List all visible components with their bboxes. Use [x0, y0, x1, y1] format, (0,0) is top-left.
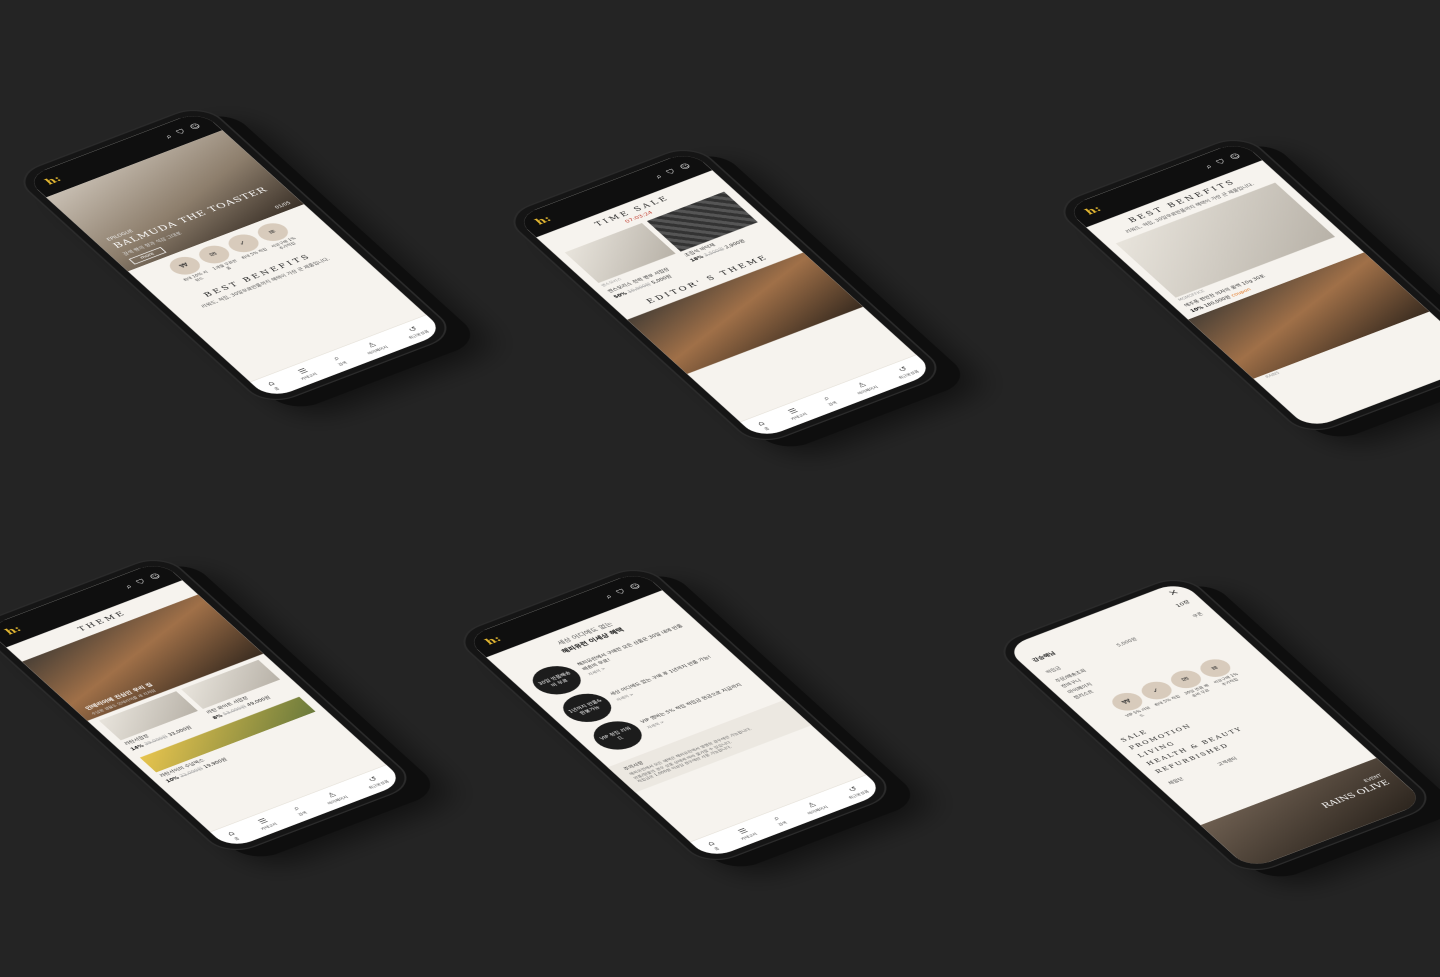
nav-search[interactable]: ⌕ 검색 — [770, 815, 789, 827]
nav-search[interactable]: ⌕ 검색 — [820, 395, 839, 407]
screen-menu: × 강승해님 10장 적립금 5,000원 쿠폰 주문/배송조회 장바구니 마이… — [1004, 580, 1426, 870]
bottom-nav: ⌂ 홈 ☰ 카테고리 ⌕ 검색 ♙ 마이페이지 ↺ 최근본상품 — [209, 764, 406, 850]
search-icon[interactable]: ⌕ — [654, 173, 665, 180]
smile-icon[interactable]: ☺ — [1228, 152, 1243, 161]
nav-recent[interactable]: ↺ 최근본상품 — [361, 773, 391, 789]
search-icon[interactable]: ⌕ — [164, 133, 175, 140]
brand-logo[interactable]: h: — [483, 634, 505, 647]
phone-menu: × 강승해님 10장 적립금 5,000원 쿠폰 주문/배송조회 장바구니 마이… — [990, 572, 1440, 878]
bag-icon[interactable]: ⛉ — [1215, 158, 1227, 166]
search-icon[interactable]: ⌕ — [1204, 163, 1215, 170]
bottom-nav: ⌂ 홈 ☰ 카테고리 ⌕ 검색 ♙ 마이페이지 ↺ 최근본상품 — [689, 774, 886, 860]
nav-home[interactable]: ⌂ 홈 — [266, 380, 282, 391]
link-customer-center[interactable]: 고객센터 — [1216, 756, 1238, 767]
brand-logo[interactable]: h: — [43, 174, 65, 187]
bottom-nav: ⌂ 홈 ☰ 카테고리 ⌕ 검색 ♙ 마이페이지 ↺ 최근본상품 — [249, 314, 446, 400]
screen-home: h: ⌕ ⛉ ☺ EPILOGUE BALMUDA THE TOASTER 갈색… — [24, 110, 446, 400]
nav-mypage[interactable]: ♙ 마이페이지 — [800, 799, 829, 815]
nav-recent[interactable]: ↺ 최근본상품 — [841, 783, 871, 799]
screen-timesale: h: ⌕ ⛉ ☺ TIME SALE 07:03:24 벤스모리스 캔스모리스 … — [514, 150, 936, 440]
nav-recent[interactable]: ↺ 최근본상품 — [401, 323, 431, 339]
bottom-nav: ⌂ 홈 ☰ 카테고리 ⌕ 검색 ♙ 마이페이지 ↺ 최근본상품 — [739, 354, 936, 440]
nav-home[interactable]: ⌂ 홈 — [756, 420, 772, 431]
nav-mypage[interactable]: ♙ 마이페이지 — [360, 339, 389, 355]
nav-mypage[interactable]: ♙ 마이페이지 — [320, 789, 349, 805]
nav-search[interactable]: ⌕ 검색 — [290, 805, 309, 817]
smile-icon[interactable]: ☺ — [148, 572, 163, 581]
phone-best-benefits: h: ⌕ ⛉ ☺ BEST BENEFITS 리워드, 적립, 30일무료반품까… — [1050, 132, 1440, 438]
nav-recent[interactable]: ↺ 최근본상품 — [891, 363, 921, 379]
smile-icon[interactable]: ☺ — [678, 162, 693, 171]
brand-logo[interactable]: h: — [3, 624, 25, 637]
nav-category[interactable]: ☰ 카테고리 — [253, 816, 279, 831]
phone-home: h: ⌕ ⛉ ☺ EPILOGUE BALMUDA THE TOASTER 갈색… — [10, 102, 460, 408]
nav-home[interactable]: ⌂ 홈 — [226, 830, 242, 841]
bag-icon[interactable]: ⛉ — [615, 588, 627, 596]
nav-category[interactable]: ☰ 카테고리 — [733, 826, 759, 841]
nav-category[interactable]: ☰ 카테고리 — [293, 366, 319, 381]
mockup-stage: h: ⌕ ⛉ ☺ EPILOGUE BALMUDA THE TOASTER 갈색… — [0, 0, 1440, 977]
user-name[interactable]: 강승해님 — [1031, 650, 1058, 663]
event-title: RAINS OLIVE — [1319, 778, 1393, 810]
smile-icon[interactable]: ☺ — [188, 122, 203, 131]
search-icon[interactable]: ⌕ — [124, 583, 135, 590]
nav-search[interactable]: ⌕ 검색 — [330, 355, 349, 367]
phone-timesale: h: ⌕ ⛉ ☺ TIME SALE 07:03:24 벤스모리스 캔스모리스 … — [500, 142, 950, 448]
coupon-count[interactable]: 10장 — [1174, 599, 1192, 609]
link-experience[interactable]: 체험단 — [1167, 777, 1185, 786]
event-banner[interactable]: EVENT RAINS OLIVE — [1200, 757, 1426, 870]
search-icon[interactable]: ⌕ — [604, 593, 615, 600]
screen-benefits-intro: h: ⌕ ⛉ ☺ 세상 어디에도 없는 해피유런 이세상 혜택 30일 반품배송… — [464, 570, 886, 860]
nav-category[interactable]: ☰ 카테고리 — [783, 406, 809, 421]
smile-icon[interactable]: ☺ — [628, 582, 643, 591]
bag-icon[interactable]: ⛉ — [175, 128, 187, 136]
brand-logo[interactable]: h: — [1083, 204, 1105, 217]
phone-theme: h: ⌕ ⛉ ☺ THEME 인테리어에 진심인 우리 집 수납한 생활도 인테… — [0, 552, 420, 858]
nav-mypage[interactable]: ♙ 마이페이지 — [850, 379, 879, 395]
slide-counter: 01/05 — [274, 200, 293, 210]
bag-icon[interactable]: ⛉ — [135, 578, 147, 586]
bag-icon[interactable]: ⛉ — [665, 168, 677, 176]
phone-benefits-intro: h: ⌕ ⛉ ☺ 세상 어디에도 없는 해피유런 이세상 혜택 30일 반품배송… — [450, 562, 900, 868]
brand-logo[interactable]: h: — [533, 214, 555, 227]
nav-home[interactable]: ⌂ 홈 — [706, 840, 722, 851]
